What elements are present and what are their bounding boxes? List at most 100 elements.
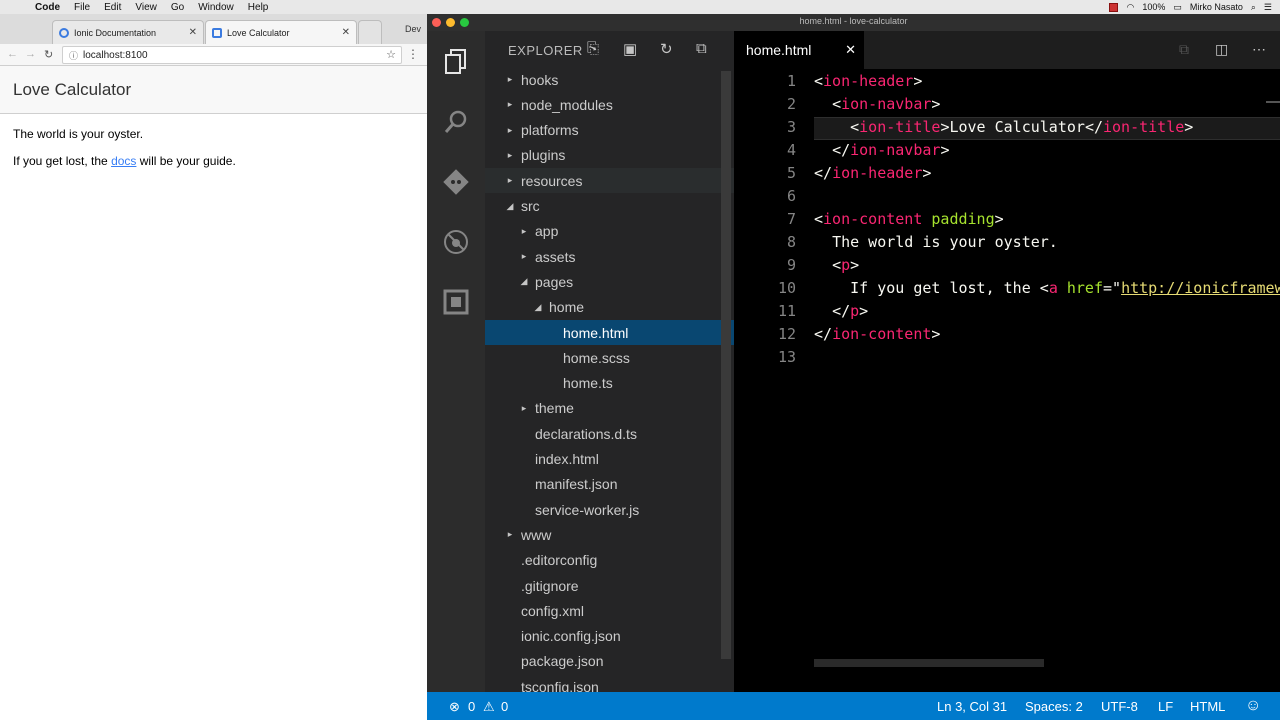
menu-go[interactable]: Go (164, 2, 191, 13)
battery-percent[interactable]: 100% (1142, 2, 1165, 12)
tree-item[interactable]: ◢ src (485, 194, 734, 219)
tree-item[interactable]: home.ts (485, 371, 734, 396)
ion-header: Love Calculator (0, 66, 427, 114)
tree-item[interactable]: ▸ hooks (485, 67, 734, 92)
tree-item-label: home.ts (563, 375, 613, 392)
tree-item-label: config.xml (521, 602, 585, 619)
tree-item[interactable]: manifest.json (485, 472, 734, 497)
tree-item[interactable]: home.html (485, 320, 734, 345)
tree-item[interactable]: ▸ www (485, 522, 734, 547)
editor-tabs: home.html ✕ ⧉ ◫ ⋯ (734, 31, 1280, 69)
back-arrow-icon[interactable]: ← (7, 48, 18, 60)
menu-file[interactable]: File (67, 2, 97, 13)
browser-tabstrip: Ionic Documentation ✕ Love Calculator ✕ … (0, 14, 427, 44)
more-actions-icon[interactable]: ⋯ (1252, 41, 1266, 58)
feedback-smiley-icon[interactable]: ☺ (1245, 697, 1261, 715)
forward-arrow-icon[interactable]: → (25, 48, 36, 60)
tree-item[interactable]: ▸ assets (485, 244, 734, 269)
menu-code[interactable]: Code (28, 2, 67, 13)
error-count[interactable]: 0 (468, 699, 475, 714)
user-name[interactable]: Mirko Nasato (1190, 2, 1243, 12)
browser-menu-icon[interactable]: ⋮ (407, 47, 419, 61)
browser-tab-love-calculator[interactable]: Love Calculator ✕ (205, 20, 357, 44)
tree-item[interactable]: home.scss (485, 345, 734, 370)
indentation[interactable]: Spaces: 2 (1025, 699, 1083, 714)
address-bar[interactable]: ⓘ localhost:8100 ☆ (62, 46, 402, 64)
errors-icon[interactable]: ⊗ (449, 699, 460, 715)
tree-item[interactable]: declarations.d.ts (485, 421, 734, 446)
info-icon[interactable]: ⓘ (69, 49, 78, 62)
wifi-icon[interactable]: ◠ (1126, 2, 1134, 13)
editor-tab-home-html[interactable]: home.html ✕ (734, 31, 864, 69)
line-ending[interactable]: LF (1158, 699, 1173, 714)
tree-item-label: home.html (563, 324, 629, 341)
search-icon[interactable] (441, 107, 471, 137)
chevron-right-icon: ▸ (507, 149, 513, 160)
chevron-down-icon: ◢ (520, 276, 528, 287)
chevron-right-icon: ▸ (507, 124, 513, 135)
editor-tab-label: home.html (746, 42, 812, 58)
reload-icon[interactable]: ↻ (44, 48, 53, 61)
menu-help[interactable]: Help (241, 2, 276, 13)
spotlight-icon[interactable]: ⌕ (1251, 2, 1256, 13)
refresh-icon[interactable]: ↻ (660, 40, 673, 58)
editor-horizontal-scrollbar[interactable] (814, 659, 1044, 667)
open-changes-icon[interactable]: ⧉ (1179, 41, 1189, 58)
file-encoding[interactable]: UTF-8 (1101, 699, 1138, 714)
explorer-scrollbar[interactable] (721, 71, 731, 659)
explorer-files-icon[interactable] (441, 47, 471, 77)
battery-icon[interactable]: ▭ (1173, 2, 1182, 13)
tree-item[interactable]: .editorconfig (485, 548, 734, 573)
tree-item-label: ionic.config.json (521, 628, 621, 645)
browser-tab-ionic-docs[interactable]: Ionic Documentation ✕ (52, 20, 204, 44)
tree-item[interactable]: .gitignore (485, 573, 734, 598)
new-folder-icon[interactable]: ▣ (623, 40, 637, 58)
split-editor-icon[interactable]: ◫ (1215, 41, 1228, 58)
debug-icon[interactable] (441, 227, 471, 257)
new-file-icon[interactable]: ⎘ (587, 40, 599, 57)
code-line-9: <p> (832, 256, 860, 274)
tree-item[interactable]: ◢ pages (485, 269, 734, 294)
code-line-10: If you get lost, the <a href="http://ion… (850, 279, 1280, 297)
tree-item[interactable]: service-worker.js (485, 497, 734, 522)
tree-item-label: theme (535, 400, 574, 417)
notification-center-icon[interactable]: ☰ (1264, 2, 1272, 13)
collapse-all-icon[interactable]: ⧉ (696, 40, 707, 57)
docs-link[interactable]: docs (111, 154, 136, 168)
tree-item-label: pages (535, 273, 574, 290)
code-line-3: <ion-title>Love Calculator</ion-title> (850, 118, 1194, 136)
tree-item[interactable]: ▸ plugins (485, 143, 734, 168)
close-editor-icon[interactable]: ✕ (845, 42, 856, 58)
tree-item[interactable]: config.xml (485, 598, 734, 623)
recording-icon[interactable] (1109, 2, 1119, 12)
tree-item[interactable]: ◢ home (485, 295, 734, 320)
ion-content: The world is your oyster. If you get los… (0, 114, 427, 194)
warning-icon[interactable]: ⚠ (483, 699, 495, 715)
tree-item[interactable]: ▸ resources (485, 168, 734, 194)
tree-item[interactable]: ionic.config.json (485, 624, 734, 649)
warning-count[interactable]: 0 (501, 699, 508, 714)
close-tab-icon[interactable]: ✕ (342, 27, 350, 38)
tree-item[interactable]: ▸ platforms (485, 118, 734, 143)
tree-item[interactable]: ▸ theme (485, 396, 734, 421)
profile-label[interactable]: Dev (405, 24, 421, 34)
tree-item[interactable]: index.html (485, 447, 734, 472)
extensions-icon[interactable] (441, 287, 471, 317)
tree-item-label: resources (521, 172, 583, 189)
line-number: 13 (777, 348, 796, 366)
close-tab-icon[interactable]: ✕ (189, 27, 197, 38)
tree-item[interactable]: ▸ node_modules (485, 92, 734, 117)
new-tab-button[interactable] (358, 20, 382, 44)
bookmark-star-icon[interactable]: ☆ (386, 48, 396, 61)
menu-window[interactable]: Window (191, 2, 241, 13)
tree-item[interactable]: tsconfig.json (485, 674, 734, 692)
tree-item[interactable]: ▸ app (485, 219, 734, 244)
menu-view[interactable]: View (128, 2, 164, 13)
cursor-position[interactable]: Ln 3, Col 31 (937, 699, 1007, 714)
guide-text: If you get lost, the docs will be your g… (13, 154, 414, 168)
tree-item[interactable]: package.json (485, 649, 734, 674)
source-control-icon[interactable] (441, 167, 471, 197)
language-mode[interactable]: HTML (1190, 699, 1225, 714)
menu-edit[interactable]: Edit (97, 2, 128, 13)
tree-item-label: platforms (521, 122, 579, 139)
